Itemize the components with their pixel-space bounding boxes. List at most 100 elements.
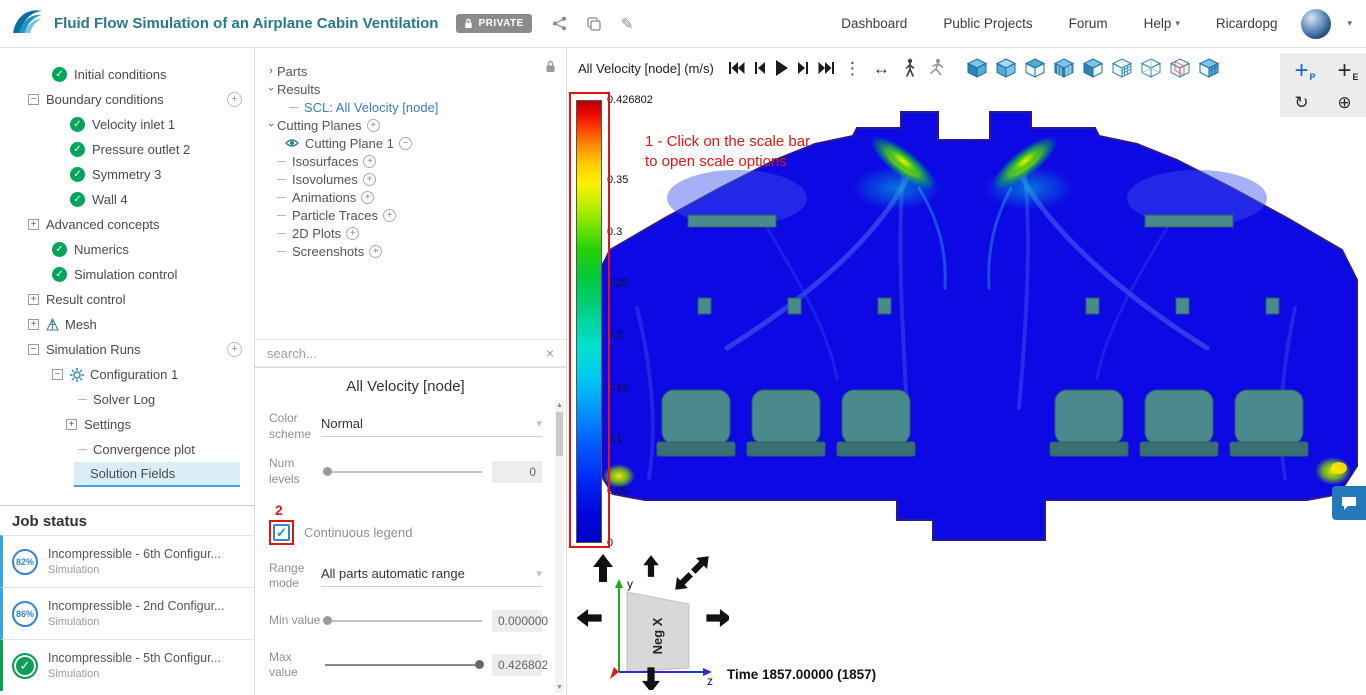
tree-item-boundary-conditions[interactable]: − Boundary conditions +: [0, 87, 254, 112]
share-icon[interactable]: [552, 16, 567, 31]
step-forward-button[interactable]: [797, 61, 809, 75]
tree-item-settings[interactable]: + Settings: [0, 412, 254, 437]
scrollbar-thumb[interactable]: [556, 412, 563, 457]
scroll-down-icon[interactable]: ▼: [555, 684, 564, 691]
post-item-screenshots[interactable]: Screenshots +: [255, 242, 566, 260]
max-value-field[interactable]: 0.426802: [492, 654, 548, 677]
job-item[interactable]: ✓ Incompressible - 5th Configur... Simul…: [0, 639, 254, 691]
3d-viewport[interactable]: All Velocity [node] (m/s) ⋮ ↔ + P + E ↻ …: [567, 48, 1366, 695]
red-grid-cube-icon[interactable]: [1169, 58, 1191, 78]
add-icon[interactable]: +: [369, 244, 383, 258]
app-logo-icon[interactable]: [10, 6, 44, 41]
grid-cube-icon[interactable]: [1053, 58, 1075, 78]
nav-forum[interactable]: Forum: [1069, 16, 1108, 31]
tree-item-simulation-runs[interactable]: − Simulation Runs +: [0, 337, 254, 362]
pan-animation-icon[interactable]: ↔: [873, 60, 890, 77]
half-cube-icon[interactable]: [1082, 58, 1104, 78]
color-scheme-select[interactable]: Normal ▾: [321, 416, 542, 438]
more-options-icon[interactable]: ⋮: [844, 60, 861, 77]
scroll-up-icon[interactable]: ▲: [555, 402, 564, 409]
play-button[interactable]: [775, 60, 788, 76]
probe-point-icon[interactable]: + P: [1294, 58, 1315, 83]
expand-icon[interactable]: +: [28, 294, 39, 305]
properties-scrollbar[interactable]: ▲ ▼: [555, 400, 564, 693]
user-avatar[interactable]: [1301, 8, 1332, 39]
min-value-field[interactable]: 0.000000: [492, 609, 548, 632]
remove-icon[interactable]: −: [398, 136, 412, 150]
post-item-parts[interactable]: › Parts: [255, 62, 566, 80]
translucent-cube-icon[interactable]: [995, 58, 1017, 78]
collapse-icon[interactable]: −: [28, 94, 39, 105]
collapse-icon[interactable]: −: [52, 369, 63, 380]
skip-to-start-button[interactable]: [728, 61, 745, 75]
add-icon[interactable]: +: [346, 226, 360, 240]
num-levels-slider[interactable]: [323, 467, 482, 477]
nav-username[interactable]: Ricardopg: [1216, 16, 1278, 31]
collapse-icon[interactable]: −: [28, 344, 39, 355]
probe-element-icon[interactable]: + E: [1337, 58, 1358, 83]
tree-item-velocity-inlet-1[interactable]: ✓ Velocity inlet 1: [0, 112, 254, 137]
add-icon[interactable]: +: [227, 92, 242, 107]
tree-item-advanced-concepts[interactable]: + Advanced concepts: [0, 212, 254, 237]
copy-icon[interactable]: [587, 16, 601, 31]
continuous-legend-checkbox[interactable]: ✓: [273, 523, 290, 541]
expand-icon[interactable]: +: [28, 219, 39, 230]
pick-center-icon[interactable]: ⊕: [1337, 94, 1351, 111]
dense-grid-cube-icon[interactable]: [1111, 58, 1133, 78]
eye-icon[interactable]: [285, 138, 299, 148]
post-item-particle-traces[interactable]: Particle Traces +: [255, 206, 566, 224]
nav-dashboard[interactable]: Dashboard: [841, 16, 907, 31]
chevron-right-icon[interactable]: ›: [265, 65, 277, 77]
post-item-isovolumes[interactable]: Isovolumes +: [255, 170, 566, 188]
expand-icon[interactable]: +: [28, 319, 39, 330]
tree-item-solver-log[interactable]: Solver Log: [0, 387, 254, 412]
orientation-widget[interactable]: Neg X y z: [576, 548, 732, 695]
support-chat-button[interactable]: [1332, 486, 1366, 520]
post-item-2d-plots[interactable]: 2D Plots +: [255, 224, 566, 242]
step-back-button[interactable]: [754, 61, 766, 75]
post-item-scl-all-velocity[interactable]: SCL: All Velocity [node]: [255, 98, 566, 116]
tree-item-result-control[interactable]: + Result control: [0, 287, 254, 312]
add-icon[interactable]: +: [361, 190, 375, 204]
search-input[interactable]: [267, 345, 538, 361]
tree-item-initial-conditions[interactable]: ✓ Initial conditions: [0, 62, 254, 87]
nav-help[interactable]: Help ▾: [1144, 16, 1180, 31]
panel-grid-cube-icon[interactable]: [1198, 58, 1220, 78]
add-icon[interactable]: +: [362, 172, 376, 186]
run-mode-icon[interactable]: [928, 58, 946, 78]
slider-knob[interactable]: [323, 615, 332, 625]
tree-item-mesh[interactable]: + Mesh: [0, 312, 254, 337]
num-levels-value[interactable]: 0: [492, 461, 542, 484]
tree-item-pressure-outlet-2[interactable]: ✓ Pressure outlet 2: [0, 137, 254, 162]
slider-knob[interactable]: [323, 467, 332, 477]
tree-item-symmetry-3[interactable]: ✓ Symmetry 3: [0, 162, 254, 187]
chevron-down-icon[interactable]: ›: [265, 83, 277, 95]
wireframe-cube-icon[interactable]: [1140, 58, 1162, 78]
clear-search-icon[interactable]: ×: [546, 345, 554, 361]
nav-public-projects[interactable]: Public Projects: [943, 16, 1032, 31]
tree-item-solution-fields[interactable]: Solution Fields: [74, 462, 240, 487]
skip-to-end-button[interactable]: [818, 61, 835, 75]
tree-item-numerics[interactable]: ✓ Numerics: [0, 237, 254, 262]
tree-item-simulation-control[interactable]: ✓ Simulation control: [0, 262, 254, 287]
outline-cube-icon[interactable]: [1024, 58, 1046, 78]
solid-cube-icon[interactable]: [966, 58, 988, 78]
max-value-slider[interactable]: [325, 660, 484, 670]
job-item[interactable]: 82% Incompressible - 6th Configur... Sim…: [0, 535, 254, 587]
post-item-results[interactable]: › Results: [255, 80, 566, 98]
post-item-isosurfaces[interactable]: Isosurfaces +: [255, 152, 566, 170]
tree-item-convergence-plot[interactable]: Convergence plot: [0, 437, 254, 462]
add-icon[interactable]: +: [366, 118, 380, 132]
slider-knob[interactable]: [475, 660, 484, 670]
expand-icon[interactable]: +: [66, 419, 77, 430]
post-item-cutting-plane-1[interactable]: Cutting Plane 1 −: [255, 134, 566, 152]
post-item-cutting-planes[interactable]: › Cutting Planes +: [255, 116, 566, 134]
account-chevron-icon[interactable]: ▾: [1347, 18, 1352, 29]
add-icon[interactable]: +: [363, 154, 377, 168]
add-icon[interactable]: +: [227, 342, 242, 357]
rotate-view-icon[interactable]: ↻: [1294, 94, 1308, 111]
min-value-slider[interactable]: [323, 615, 482, 625]
walk-mode-icon[interactable]: [902, 58, 918, 78]
tree-item-wall-4[interactable]: ✓ Wall 4: [0, 187, 254, 212]
range-mode-select[interactable]: All parts automatic range ▾: [321, 566, 542, 587]
